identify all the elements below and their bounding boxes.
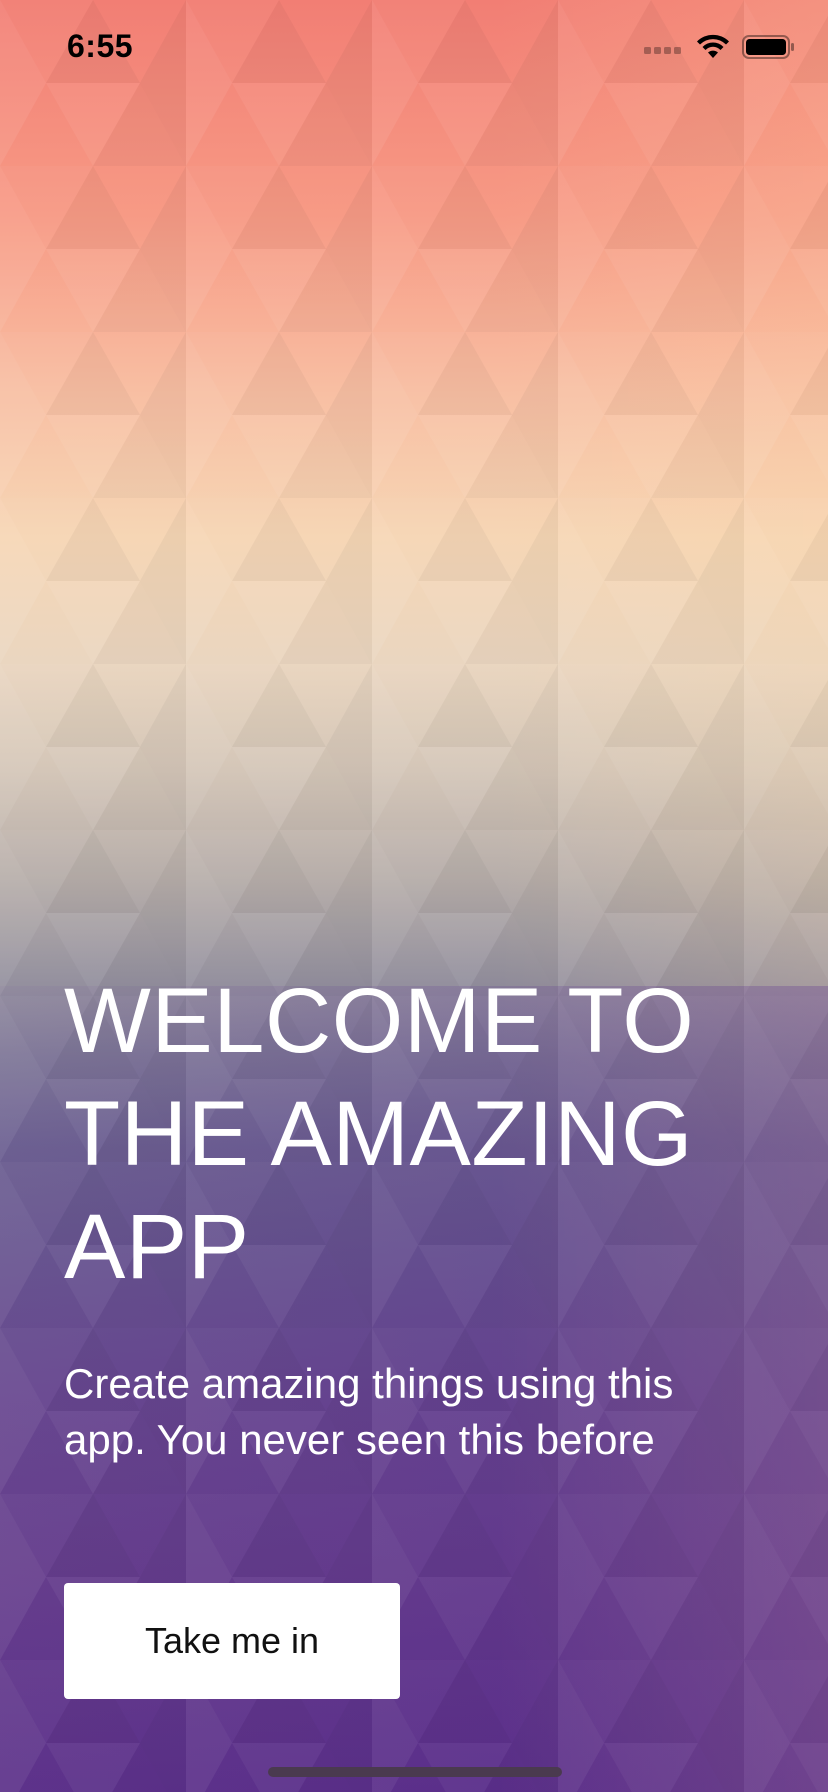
headline-line-2: THE AMAZING xyxy=(64,1083,694,1185)
status-icons xyxy=(644,34,796,60)
cellular-signal-icon xyxy=(644,47,681,54)
take-me-in-button[interactable]: Take me in xyxy=(64,1583,400,1699)
hexagon-pattern-background xyxy=(0,0,828,1792)
headline-line-1: WELCOME TO xyxy=(64,970,695,1072)
home-indicator xyxy=(268,1767,562,1777)
status-time: 6:55 xyxy=(67,28,134,64)
welcome-screen: 6:55 WELCOME TO THE AMAZING APP Create a… xyxy=(0,0,828,1792)
welcome-subtitle: Create amazing things using this app. Yo… xyxy=(64,1356,744,1468)
status-bar: 6:55 xyxy=(0,0,828,100)
subtitle-line-1: Create amazing things using this xyxy=(64,1360,674,1407)
headline-line-3: APP xyxy=(64,1196,250,1298)
subtitle-line-2: app. You never seen this before xyxy=(64,1416,655,1463)
welcome-content: WELCOME TO THE AMAZING APP Create amazin… xyxy=(64,965,768,1468)
wifi-icon xyxy=(697,34,729,58)
battery-icon xyxy=(742,35,794,59)
welcome-headline: WELCOME TO THE AMAZING APP xyxy=(64,965,744,1304)
